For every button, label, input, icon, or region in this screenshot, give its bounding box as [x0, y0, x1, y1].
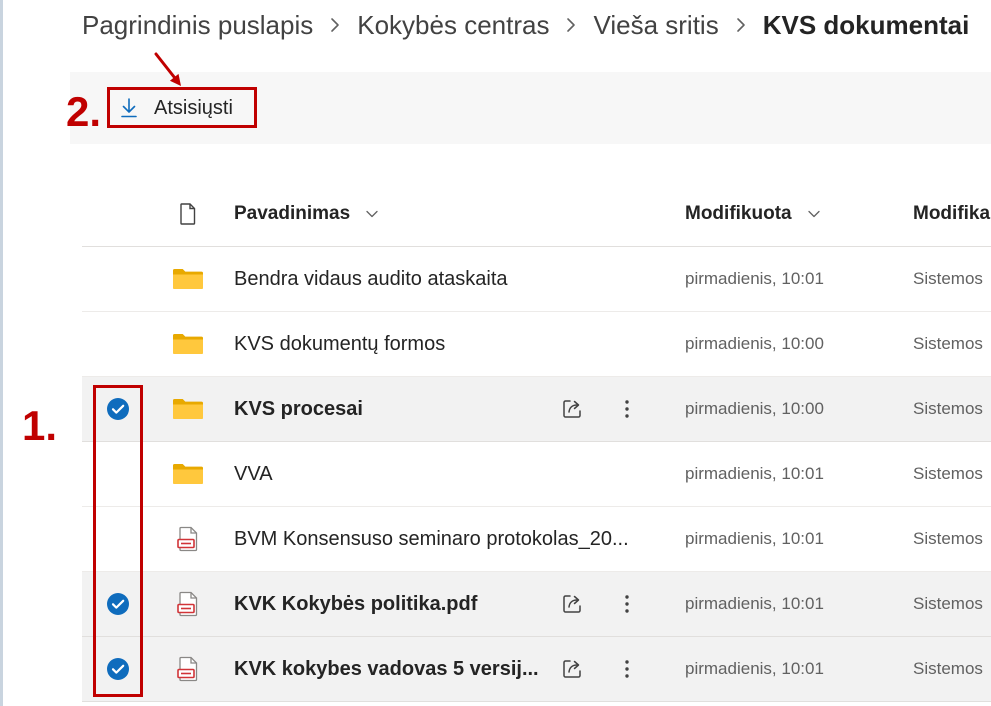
folder-icon: [172, 377, 204, 441]
more-actions-icon[interactable]: [617, 637, 637, 701]
download-icon: [120, 98, 138, 118]
table-row[interactable]: BVM Konsensuso seminaro protokolas_20...…: [82, 507, 991, 572]
chevron-down-icon: [807, 210, 820, 218]
annotation-arrow-icon: [154, 52, 181, 86]
folder-icon: [172, 247, 204, 311]
share-icon[interactable]: [561, 637, 583, 701]
download-button[interactable]: Atsisiųsti: [112, 90, 252, 126]
check-circle-icon: [107, 398, 129, 420]
modified-by: Sistemos: [913, 334, 983, 353]
command-bar: Atsisiųsti: [70, 72, 991, 144]
modified-date: pirmadienis, 10:00: [685, 334, 824, 353]
chevron-right-icon: [565, 17, 577, 33]
share-icon[interactable]: [561, 572, 583, 636]
pdf-icon: [172, 637, 204, 701]
modified-date: pirmadienis, 10:01: [685, 529, 824, 548]
modified-by: Sistemos: [913, 659, 983, 678]
file-list: Bendra vidaus audito ataskaita pirmadieni…: [82, 247, 991, 702]
modified-by: Sistemos: [913, 399, 983, 418]
table-row[interactable]: KVS dokumentų formos pirmadienis, 10:00 Si…: [82, 312, 991, 377]
modified-date: pirmadienis, 10:01: [685, 464, 824, 483]
column-header-modified[interactable]: Modifikuota: [685, 182, 820, 246]
chevron-right-icon: [329, 17, 341, 33]
column-header-modified-by-label: Modifika: [913, 203, 991, 224]
column-header-modified-label: Modifikuota: [685, 203, 792, 224]
column-header-name[interactable]: Pavadinimas: [234, 182, 378, 246]
file-name-link[interactable]: Bendra vidaus audito ataskaita: [234, 247, 508, 311]
column-header-name-label: Pavadinimas: [234, 203, 351, 224]
modified-date: pirmadienis, 10:01: [685, 594, 824, 613]
window-edge: [0, 0, 3, 706]
table-row[interactable]: VVA pirmadienis, 10:01 Sistemos: [82, 442, 991, 507]
chevron-right-icon: [735, 17, 747, 33]
more-actions-icon[interactable]: [617, 572, 637, 636]
table-row[interactable]: KVS procesai pirmadienis, 10:00 Sistemos: [82, 377, 991, 442]
file-name-link[interactable]: KVK Kokybės politika.pdf: [234, 572, 477, 636]
pdf-icon: [172, 507, 204, 571]
table-row[interactable]: KVK kokybes vadovas 5 versij... pirmadien…: [82, 637, 991, 702]
modified-by: Sistemos: [913, 594, 983, 613]
chevron-down-icon: [366, 210, 378, 218]
modified-date: pirmadienis, 10:01: [685, 269, 824, 288]
breadcrumb-item-quality-center[interactable]: Kokybės centras: [357, 8, 549, 42]
modified-date: pirmadienis, 10:00: [685, 399, 824, 418]
table-row[interactable]: KVK Kokybės politika.pdf pirmadienis, 10:…: [82, 572, 991, 637]
breadcrumb: Pagrindinis puslapis Kokybės centras Vie…: [82, 8, 969, 42]
file-name-link[interactable]: KVK kokybes vadovas 5 versij...: [234, 637, 539, 701]
modified-by: Sistemos: [913, 464, 983, 483]
file-name-link[interactable]: VVA: [234, 442, 273, 506]
row-checkbox[interactable]: [106, 572, 130, 636]
modified-date: pirmadienis, 10:01: [685, 659, 824, 678]
folder-icon: [172, 442, 204, 506]
row-checkbox[interactable]: [106, 442, 130, 506]
breadcrumb-item-public-area[interactable]: Vieša sritis: [593, 8, 718, 42]
select-all-checkbox[interactable]: [106, 182, 130, 246]
modified-by: Sistemos: [913, 529, 983, 548]
row-checkbox[interactable]: [106, 507, 130, 571]
check-circle-icon: [107, 593, 129, 615]
row-checkbox[interactable]: [106, 637, 130, 701]
file-icon[interactable]: [172, 182, 204, 246]
row-checkbox[interactable]: [106, 377, 130, 441]
annotation-label-step-1: 1.: [22, 402, 58, 449]
annotation-label-step-2: 2.: [66, 88, 102, 135]
breadcrumb-item-home[interactable]: Pagrindinis puslapis: [82, 8, 313, 42]
breadcrumb-item-current: KVS dokumentai: [762, 10, 970, 40]
file-name-link[interactable]: KVS dokumentų formos: [234, 312, 445, 376]
check-circle-icon: [107, 658, 129, 680]
modified-by: Sistemos: [913, 269, 983, 288]
download-button-label: Atsisiųsti: [154, 96, 233, 119]
column-header-modified-by[interactable]: Modifika: [913, 182, 991, 246]
pdf-icon: [172, 572, 204, 636]
folder-icon: [172, 312, 204, 376]
more-actions-icon[interactable]: [617, 377, 637, 441]
file-name-link[interactable]: KVS procesai: [234, 377, 363, 441]
file-name-link[interactable]: BVM Konsensuso seminaro protokolas_20...: [234, 507, 629, 571]
row-checkbox[interactable]: [106, 312, 130, 376]
table-row[interactable]: Bendra vidaus audito ataskaita pirmadieni…: [82, 247, 991, 312]
share-icon[interactable]: [561, 377, 583, 441]
column-header-row: Pavadinimas Modifikuota Modifika: [82, 182, 991, 247]
row-checkbox[interactable]: [106, 247, 130, 311]
